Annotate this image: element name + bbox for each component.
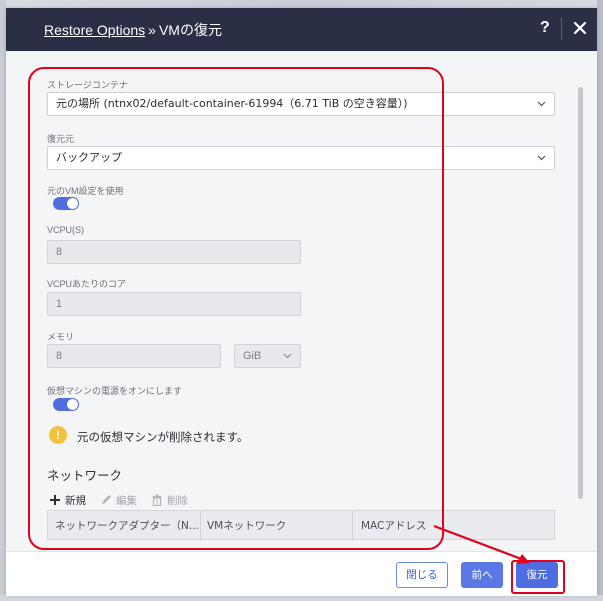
network-new-label: 新規 [65,495,86,507]
column-vm-network[interactable]: VMネットワーク [207,518,286,533]
use-original-vm-settings-label: 元のVM設定を使用 [47,186,124,196]
memory-unit-value: GiB [243,350,262,362]
storage-container-value: 元の場所 (ntnx02/default-container-61994（6.7… [56,97,408,110]
background-page-top [0,0,603,8]
breadcrumb-restore-options-link[interactable]: Restore Options [44,22,145,38]
column-network-adapter[interactable]: ネットワークアダプター（N... [55,518,199,533]
close-icon[interactable] [571,16,589,40]
power-on-vm-toggle[interactable] [53,398,79,411]
plus-icon [50,495,60,505]
background-page-right [597,0,603,601]
chevron-down-icon [537,155,546,161]
column-divider [352,511,353,541]
chevron-down-icon [283,353,292,359]
use-original-vm-settings-toggle[interactable] [53,197,79,210]
pencil-icon [102,495,111,504]
help-icon[interactable]: ? [540,19,550,37]
page-title: VMの復元 [158,22,222,38]
scrollbar-thumb[interactable] [578,87,583,499]
dialog-title: Restore Options» VMの復元 [44,20,222,40]
network-delete-label: 削除 [167,495,188,507]
chevron-down-icon [537,101,546,107]
header-divider [561,18,562,40]
toggle-knob [67,399,78,410]
memory-unit-select: GiB [234,344,301,368]
network-table-header: ネットワークアダプター（N... VMネットワーク MACアドレス [47,510,555,541]
column-divider [200,511,201,541]
exclamation-icon: ! [49,426,67,444]
memory-label: メモリ [47,332,75,342]
restore-source-label: 復元元 [47,134,75,144]
previous-button[interactable]: 前へ [461,562,503,588]
network-section-title: ネットワーク [47,468,123,483]
restore-button[interactable]: 復元 [516,562,558,588]
storage-container-label: ストレージコンテナ [47,80,128,90]
power-on-vm-label: 仮想マシンの電源をオンにします [47,386,183,396]
dialog-footer: 閉じる 前へ 復元 [6,551,597,596]
warning-message: 元の仮想マシンが削除されます。 [77,430,249,444]
restore-vm-dialog: Restore Options» VMの復元 ? ストレージコンテナ 元の場所 (… [6,8,597,596]
column-mac-address[interactable]: MACアドレス [361,518,426,533]
dialog-body: ストレージコンテナ 元の場所 (ntnx02/default-container… [6,51,597,551]
toggle-knob [67,198,78,209]
network-edit-label: 編集 [116,495,137,507]
vcpus-label: VCPU(S) [47,225,85,235]
cores-per-vcpu-label: VCPUあたりのコア [47,279,127,289]
network-delete-button[interactable]: 削除 [151,493,188,508]
dialog-header: Restore Options» VMの復元 ? [6,8,597,51]
trash-icon [152,494,162,507]
memory-field: 8 [47,344,221,368]
network-new-button[interactable]: 新規 [49,493,86,508]
network-edit-button[interactable]: 編集 [100,493,137,508]
storage-container-select[interactable]: 元の場所 (ntnx02/default-container-61994（6.7… [47,92,555,116]
restore-source-select[interactable]: バックアップ [47,146,555,170]
vcpus-field: 8 [47,240,301,264]
breadcrumb-separator: » [148,22,156,38]
close-button[interactable]: 閉じる [396,562,448,588]
cores-per-vcpu-field: 1 [47,292,301,316]
restore-source-value: バックアップ [56,151,122,164]
